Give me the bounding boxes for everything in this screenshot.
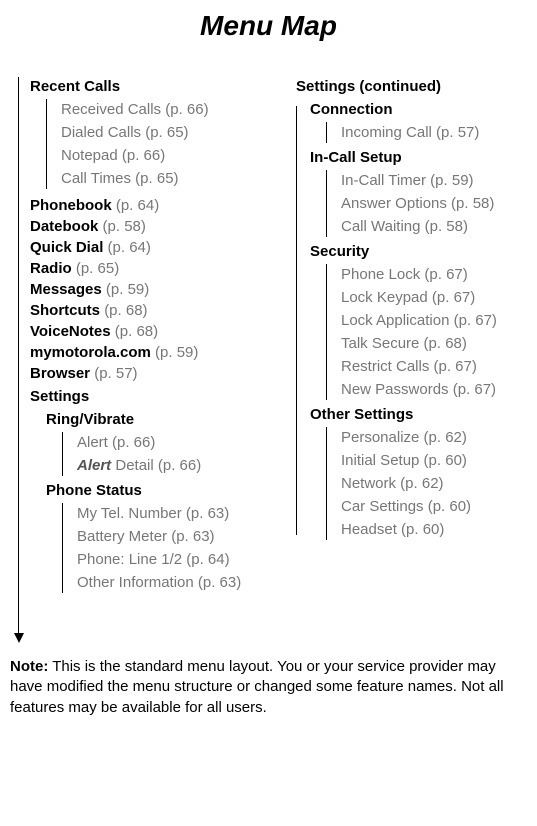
list-item: Headset (p. 60) (341, 519, 527, 540)
tree-line (18, 77, 19, 633)
recent-calls-block: Received Calls (p. 66) Dialed Calls (p. … (46, 99, 261, 189)
entry-mymotorola: mymotorola.com (p. 59) (30, 344, 261, 361)
ring-vibrate-block: Alert (p. 66) Alert Detail (p. 66) (62, 432, 261, 476)
heading-settings: Settings (30, 388, 261, 405)
list-item: Answer Options (p. 58) (341, 193, 527, 214)
list-item: Dialed Calls (p. 65) (61, 122, 261, 143)
list-item: Initial Setup (p. 60) (341, 450, 527, 471)
security-block: Phone Lock (p. 67) Lock Keypad (p. 67) L… (326, 264, 527, 400)
list-item: Phone Lock (p. 67) (341, 264, 527, 285)
list-item: Network (p. 62) (341, 473, 527, 494)
list-item: Incoming Call (p. 57) (341, 122, 527, 143)
heading-ring-vibrate: Ring/Vibrate (46, 411, 261, 428)
list-item: Notepad (p. 66) (61, 145, 261, 166)
left-column: Recent Calls Received Calls (p. 66) Dial… (10, 72, 261, 633)
list-item: Call Times (p. 65) (61, 168, 261, 189)
heading-recent-calls: Recent Calls (30, 78, 261, 95)
list-item: Lock Application (p. 67) (341, 310, 527, 331)
arrow-down-icon (14, 633, 24, 643)
heading-phone-status: Phone Status (46, 482, 261, 499)
heading-settings-continued: Settings (continued) (296, 78, 527, 95)
entry-voicenotes: VoiceNotes (p. 68) (30, 323, 261, 340)
list-item: Talk Secure (p. 68) (341, 333, 527, 354)
other-settings-block: Personalize (p. 62) Initial Setup (p. 60… (326, 427, 527, 540)
list-item: Lock Keypad (p. 67) (341, 287, 527, 308)
list-item: Car Settings (p. 60) (341, 496, 527, 517)
note-label: Note: (10, 658, 48, 675)
entry-radio: Radio (p. 65) (30, 260, 261, 277)
page-title: Menu Map (10, 10, 527, 42)
list-item: Received Calls (p. 66) (61, 99, 261, 120)
list-item: Call Waiting (p. 58) (341, 216, 527, 237)
note-text: This is the standard menu layout. You or… (10, 658, 504, 716)
list-item: In-Call Timer (p. 59) (341, 170, 527, 191)
heading-other-settings: Other Settings (310, 406, 527, 423)
in-call-setup-block: In-Call Timer (p. 59) Answer Options (p.… (326, 170, 527, 237)
entry-quick-dial: Quick Dial (p. 64) (30, 239, 261, 256)
list-item-alert-detail: Alert Detail (p. 66) (77, 455, 261, 476)
list-item: Battery Meter (p. 63) (77, 526, 261, 547)
footer-note: Note: This is the standard menu layout. … (10, 657, 527, 718)
right-column: Settings (continued) Connection Incoming… (291, 72, 527, 633)
phone-status-block: My Tel. Number (p. 63) Battery Meter (p.… (62, 503, 261, 593)
list-item: My Tel. Number (p. 63) (77, 503, 261, 524)
entry-shortcuts: Shortcuts (p. 68) (30, 302, 261, 319)
entry-browser: Browser (p. 57) (30, 365, 261, 382)
list-item: Other Information (p. 63) (77, 572, 261, 593)
settings-continued-block: Connection Incoming Call (p. 57) In-Call… (296, 101, 527, 540)
list-item: Personalize (p. 62) (341, 427, 527, 448)
list-item: New Passwords (p. 67) (341, 379, 527, 400)
entry-phonebook: Phonebook (p. 64) (30, 197, 261, 214)
entry-datebook: Datebook (p. 58) (30, 218, 261, 235)
list-item: Restrict Calls (p. 67) (341, 356, 527, 377)
entry-messages: Messages (p. 59) (30, 281, 261, 298)
list-item: Alert (p. 66) (77, 432, 261, 453)
heading-connection: Connection (310, 101, 527, 118)
heading-in-call-setup: In-Call Setup (310, 149, 527, 166)
heading-security: Security (310, 243, 527, 260)
list-item: Phone: Line 1/2 (p. 64) (77, 549, 261, 570)
connection-block: Incoming Call (p. 57) (326, 122, 527, 143)
